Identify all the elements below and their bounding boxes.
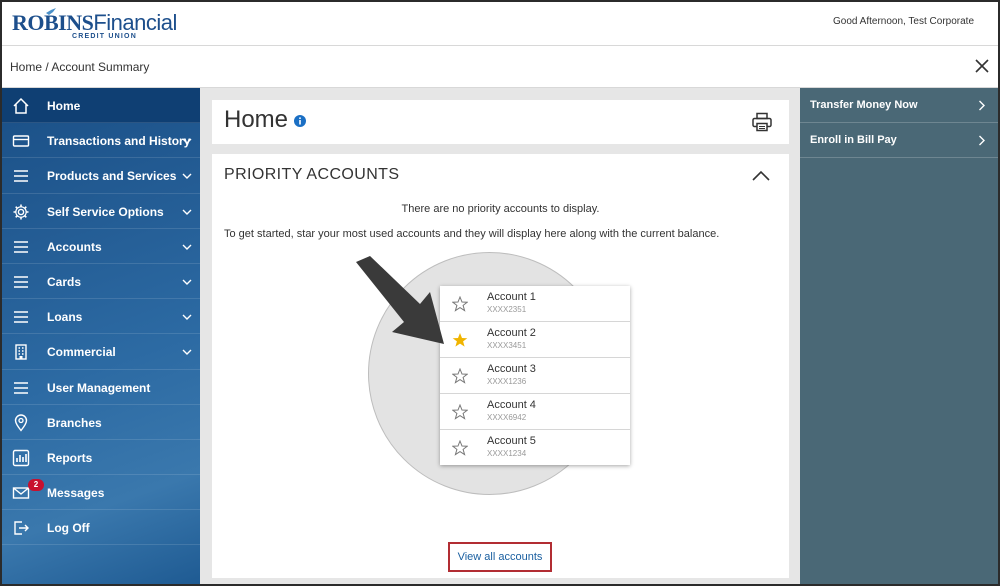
chevron-up-icon[interactable]: [751, 170, 771, 182]
sidebar-item-label: Home: [47, 99, 81, 113]
building-icon: [15, 344, 27, 361]
sidebar-item-branches[interactable]: Branches: [2, 405, 200, 440]
messages-count-badge: 2: [28, 479, 44, 492]
list-item: Account 4 XXXX6942: [440, 394, 630, 430]
menu-icon: [14, 241, 28, 253]
sidebar-item-label: Cards: [47, 274, 82, 289]
app-window: ROBINSFinancial CREDIT UNION Good Aftern…: [0, 0, 1000, 586]
star-accounts-illustration: Account 1 XXXX2351 Account 2 XXXX3451 Ac…: [356, 252, 630, 502]
close-icon[interactable]: [974, 58, 990, 74]
quick-actions-panel: Transfer Money Now Enroll in Bill Pay: [800, 88, 998, 584]
sidebar-item-home[interactable]: Home: [2, 88, 200, 124]
sidebar-item-reports[interactable]: Reports: [2, 440, 200, 476]
sample-account-list: Account 1 XXXX2351 Account 2 XXXX3451 Ac…: [440, 286, 630, 465]
transfer-money-now-link[interactable]: Transfer Money Now: [800, 88, 998, 123]
menu-icon: [14, 170, 28, 183]
chevron-down-icon: [182, 173, 192, 180]
chevron-down-icon: [182, 279, 192, 285]
sidebar-item-label: User Management: [47, 380, 151, 395]
list-item: Account 3 XXXX1236: [440, 358, 630, 394]
chevron-right-icon: [979, 135, 985, 146]
star-outline-icon: [452, 440, 468, 456]
sidebar-item-products[interactable]: Products and Services: [2, 158, 200, 194]
page-title: Home: [224, 106, 289, 133]
main-content: Home PRIORITY ACCOUNTS There are no prio…: [200, 88, 800, 584]
breadcrumb[interactable]: Home / Account Summary: [10, 60, 149, 74]
account-number: XXXX1234: [487, 449, 527, 458]
account-number: XXXX2351: [487, 305, 527, 314]
pointer-arrow-icon: [356, 256, 444, 344]
list-item: Account 5 XXXX1234: [440, 430, 630, 466]
sidebar-item-accounts[interactable]: Accounts: [2, 229, 200, 264]
sidebar-item-transactions[interactable]: Transactions and History: [2, 123, 200, 159]
list-item: Account 1 XXXX2351: [440, 286, 630, 322]
page-title-card: Home: [212, 100, 789, 144]
print-icon[interactable]: [751, 112, 773, 132]
sidebar-item-label: Self Service Options: [47, 204, 164, 219]
gear-icon: [13, 204, 29, 220]
view-all-highlight: View all accounts: [448, 542, 552, 572]
sidebar-item-label: Accounts: [47, 239, 102, 254]
account-name: Account 2: [487, 327, 536, 339]
sidebar-item-commercial[interactable]: Commercial: [2, 334, 200, 370]
no-priority-accounts-message: There are no priority accounts to displa…: [401, 203, 600, 215]
menu-icon: [14, 381, 28, 394]
sidebar-item-cards[interactable]: Cards: [2, 264, 200, 300]
card-icon: [12, 135, 30, 147]
bar-chart-icon: [12, 449, 30, 467]
quick-action-label: Transfer Money Now: [810, 99, 918, 111]
star-outline-icon: [452, 368, 468, 384]
sidebar-item-messages[interactable]: 2 Messages: [2, 475, 200, 511]
sidebar-nav: Home Transactions and History Products a…: [2, 88, 200, 584]
sidebar-item-user-management[interactable]: User Management: [2, 370, 200, 405]
sidebar-item-self-service[interactable]: Self Service Options: [2, 194, 200, 229]
account-name: Account 4: [487, 399, 536, 411]
chevron-right-icon: [979, 100, 985, 111]
sidebar-item-label: Log Off: [47, 521, 90, 536]
info-icon[interactable]: [294, 115, 306, 127]
chevron-down-icon: [182, 349, 192, 356]
view-all-accounts-link[interactable]: View all accounts: [450, 551, 550, 563]
chevron-down-icon: [182, 244, 192, 250]
account-number: XXXX3451: [487, 341, 527, 350]
menu-icon: [14, 311, 28, 323]
account-name: Account 3: [487, 363, 536, 375]
account-number: XXXX1236: [487, 377, 527, 386]
sidebar-item-log-off[interactable]: Log Off: [2, 510, 200, 546]
sidebar-item-label: Transactions and History: [47, 134, 191, 149]
sidebar-item-label: Commercial: [47, 345, 116, 360]
logo-financial-text: Financial: [93, 10, 177, 35]
account-name: Account 5: [487, 435, 536, 447]
sidebar-item-label: Branches: [47, 415, 102, 430]
chevron-down-icon: [182, 138, 192, 145]
chevron-down-icon: [182, 314, 192, 321]
quick-action-label: Enroll in Bill Pay: [810, 134, 897, 146]
priority-accounts-hint: To get started, star your most used acco…: [224, 228, 720, 240]
logo-robins-text: ROBINS: [12, 10, 94, 35]
greeting-text: Good Afternoon, Test Corporate: [832, 16, 974, 27]
home-icon: [13, 97, 29, 114]
sidebar-item-label: Loans: [47, 310, 83, 325]
location-pin-icon: [14, 414, 28, 432]
account-number: XXXX6942: [487, 413, 527, 422]
priority-accounts-heading: PRIORITY ACCOUNTS: [224, 166, 400, 183]
logout-icon: [14, 521, 29, 535]
menu-icon: [14, 276, 28, 288]
priority-accounts-card: PRIORITY ACCOUNTS There are no priority …: [212, 154, 789, 578]
star-outline-icon: [452, 404, 468, 420]
sidebar-item-label: Reports: [47, 450, 93, 465]
account-name: Account 1: [487, 291, 536, 303]
sidebar-item-label: Products and Services: [47, 169, 177, 184]
logo-subtitle: CREDIT UNION: [72, 33, 137, 40]
robins-financial-logo[interactable]: ROBINSFinancial CREDIT UNION: [12, 8, 177, 42]
list-item: Account 2 XXXX3451: [440, 322, 630, 358]
header: ROBINSFinancial CREDIT UNION Good Aftern…: [2, 2, 998, 46]
breadcrumb-bar: Home / Account Summary: [2, 46, 998, 88]
enroll-bill-pay-link[interactable]: Enroll in Bill Pay: [800, 123, 998, 158]
sidebar-item-loans[interactable]: Loans: [2, 299, 200, 335]
sidebar-item-label: Messages: [47, 486, 105, 501]
chevron-down-icon: [182, 209, 192, 215]
